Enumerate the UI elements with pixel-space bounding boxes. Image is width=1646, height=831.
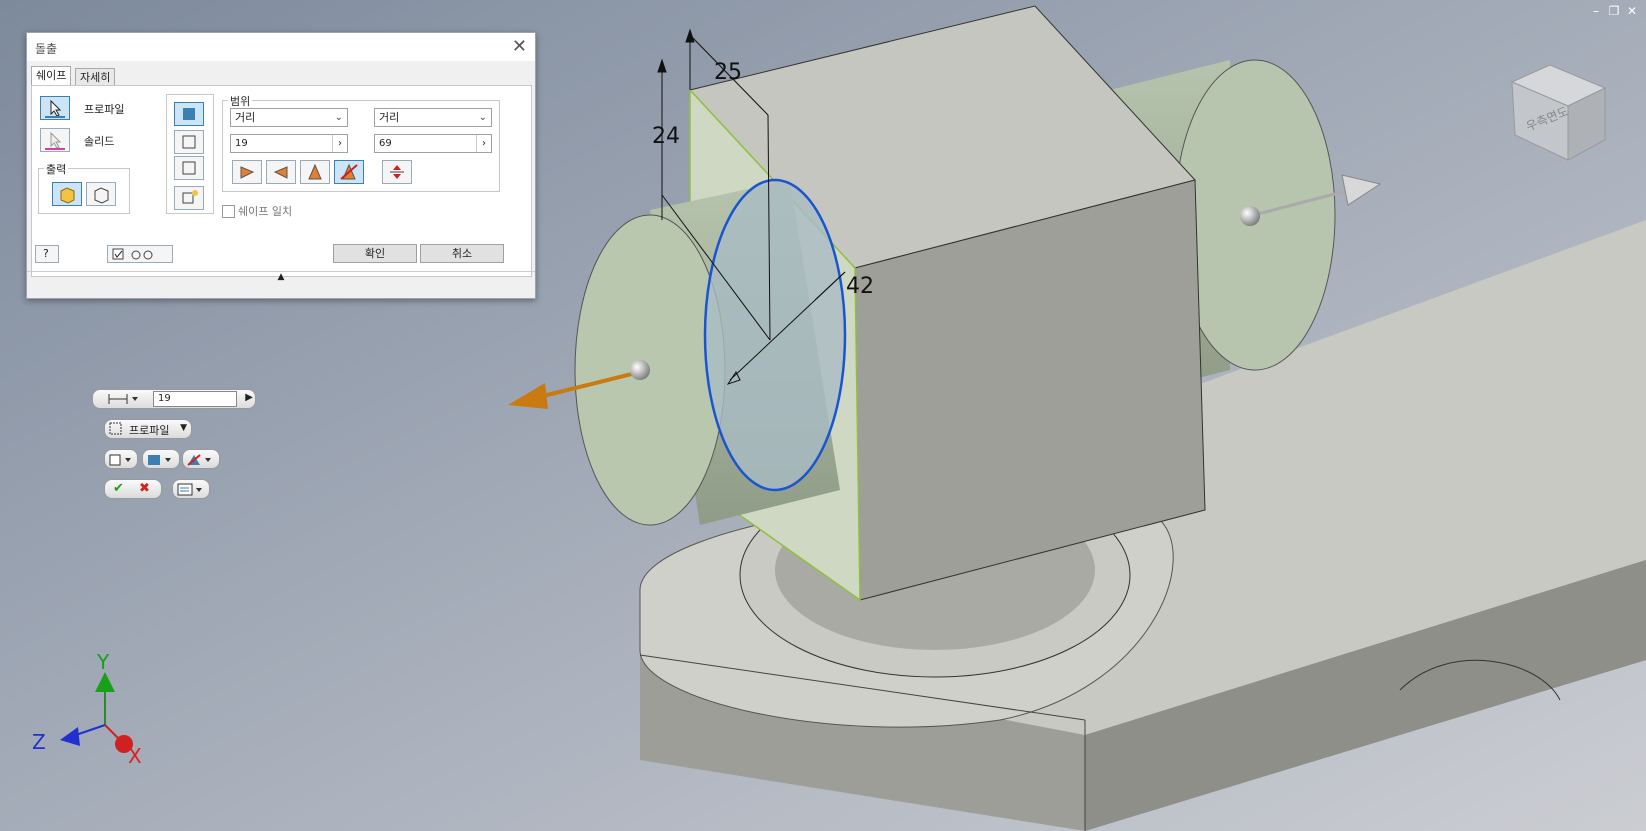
symmetric-icon xyxy=(308,163,322,180)
axis-x-label: X xyxy=(128,744,142,768)
extent-type-1-value: 거리 xyxy=(235,111,256,124)
match-shape-label: 쉐이프 일치 xyxy=(238,205,293,218)
chevron-right-icon[interactable]: ▶ xyxy=(245,392,253,403)
restore-button[interactable]: ❐ xyxy=(1606,4,1622,18)
mini-ok-cancel: ✔ ✖ xyxy=(104,479,162,499)
mini-direction-button[interactable] xyxy=(182,449,220,469)
symmetric-button[interactable] xyxy=(300,160,330,184)
dimension-42[interactable]: 42 xyxy=(846,274,874,299)
cut-button[interactable] xyxy=(174,130,204,154)
distance-icon[interactable] xyxy=(107,392,141,406)
preview-glasses-icon xyxy=(112,248,153,260)
extent-type-2-select[interactable]: 거리 ⌄ xyxy=(374,108,492,127)
ok-button[interactable]: 확인 xyxy=(333,244,417,263)
join-icon xyxy=(183,108,195,120)
distance-2-input[interactable]: 69 › xyxy=(374,134,492,153)
output-surface-button[interactable] xyxy=(86,182,116,206)
flip-button[interactable] xyxy=(382,160,412,184)
extents-label: 범위 xyxy=(228,93,253,109)
dimension-25[interactable]: 25 xyxy=(714,60,742,85)
cursor-solid-icon xyxy=(45,131,65,150)
profile-select-button[interactable] xyxy=(40,96,70,120)
output-cube-icon xyxy=(109,454,131,466)
help-button[interactable]: ? xyxy=(35,245,59,263)
distance-1-value: 19 xyxy=(235,138,248,149)
surface-cube-icon xyxy=(94,187,109,204)
match-shape-checkbox[interactable] xyxy=(222,205,235,218)
chevron-down-icon: ⌄ xyxy=(334,112,343,123)
cancel-x-icon[interactable]: ✖ xyxy=(139,481,150,496)
help-icon: ? xyxy=(43,247,49,260)
new-solid-icon xyxy=(182,190,198,204)
direction-icon xyxy=(187,454,211,466)
extent-type-2-value: 거리 xyxy=(379,111,400,124)
close-icon[interactable]: ✕ xyxy=(512,36,527,57)
tab-more[interactable]: 자세히 xyxy=(75,68,116,86)
dialog-titlebar[interactable]: 돌출 ✕ xyxy=(27,33,535,61)
mini-distance-input[interactable]: 19 xyxy=(153,391,237,407)
left-cylinder[interactable] xyxy=(574,178,847,526)
output-label: 출력 xyxy=(44,161,69,177)
extent-type-1-select[interactable]: 거리 ⌄ xyxy=(230,108,348,127)
solid-cube-icon xyxy=(60,187,75,204)
mini-distance-value: 19 xyxy=(158,393,171,404)
cursor-arrow-icon xyxy=(45,99,65,118)
direction-flipped-icon xyxy=(273,166,288,179)
join-icon xyxy=(148,455,171,465)
cancel-button[interactable]: 취소 xyxy=(420,244,504,263)
chevron-down-icon: ⌄ xyxy=(478,112,487,123)
asymmetric-icon xyxy=(340,163,358,180)
check-icon[interactable]: ✔ xyxy=(113,481,124,496)
mini-operation-button[interactable] xyxy=(142,449,180,469)
mini-distance-row: 19 ▶ xyxy=(92,389,256,409)
close-window-button[interactable]: ✕ xyxy=(1624,4,1640,18)
direction-2-button[interactable] xyxy=(266,160,296,184)
extrude-dialog: 돌출 ✕ 쉐이프 자세히 프로파일 솔리드 출력 범위 거리 ⌄ 거리 ⌄ 19… xyxy=(26,32,536,299)
axis-y-label: Y xyxy=(97,650,110,674)
chevron-down-icon[interactable]: ▼ xyxy=(180,423,187,433)
chevron-right-icon[interactable]: › xyxy=(476,135,491,152)
list-options-icon xyxy=(177,483,202,496)
chevron-right-icon[interactable]: › xyxy=(332,135,347,152)
tab-shape[interactable]: 쉐이프 xyxy=(31,66,72,86)
preview-toggle[interactable] xyxy=(107,245,173,263)
solid-select-button[interactable] xyxy=(40,128,70,152)
new-solid-button[interactable] xyxy=(174,186,204,210)
profile-label: 프로파일 xyxy=(84,103,125,116)
dimension-24[interactable]: 24 xyxy=(652,124,680,149)
direction-1-button[interactable] xyxy=(232,160,262,184)
mini-options-button[interactable] xyxy=(172,479,210,499)
axis-z-label: Z xyxy=(32,730,46,754)
join-button[interactable] xyxy=(174,102,204,126)
intersect-icon xyxy=(182,161,196,175)
minimize-button[interactable]: – xyxy=(1588,4,1604,18)
flip-arrows-icon xyxy=(390,165,404,179)
distance-2-value: 69 xyxy=(379,138,392,149)
direction-default-icon xyxy=(240,166,255,179)
dialog-title: 돌출 xyxy=(35,42,58,56)
mini-profile-label: 프로파일 xyxy=(129,424,170,437)
mini-output-button[interactable] xyxy=(104,449,138,469)
collapse-toggle[interactable]: ▲ xyxy=(27,271,535,286)
solid-label: 솔리드 xyxy=(84,135,115,148)
intersect-button[interactable] xyxy=(174,156,204,180)
profile-select-icon xyxy=(109,422,122,435)
mini-profile-button[interactable]: 프로파일 ▼ xyxy=(104,419,192,439)
asymmetric-button[interactable] xyxy=(334,160,364,184)
output-solid-button[interactable] xyxy=(52,182,82,206)
distance-1-input[interactable]: 19 › xyxy=(230,134,348,153)
cut-icon xyxy=(182,135,196,149)
